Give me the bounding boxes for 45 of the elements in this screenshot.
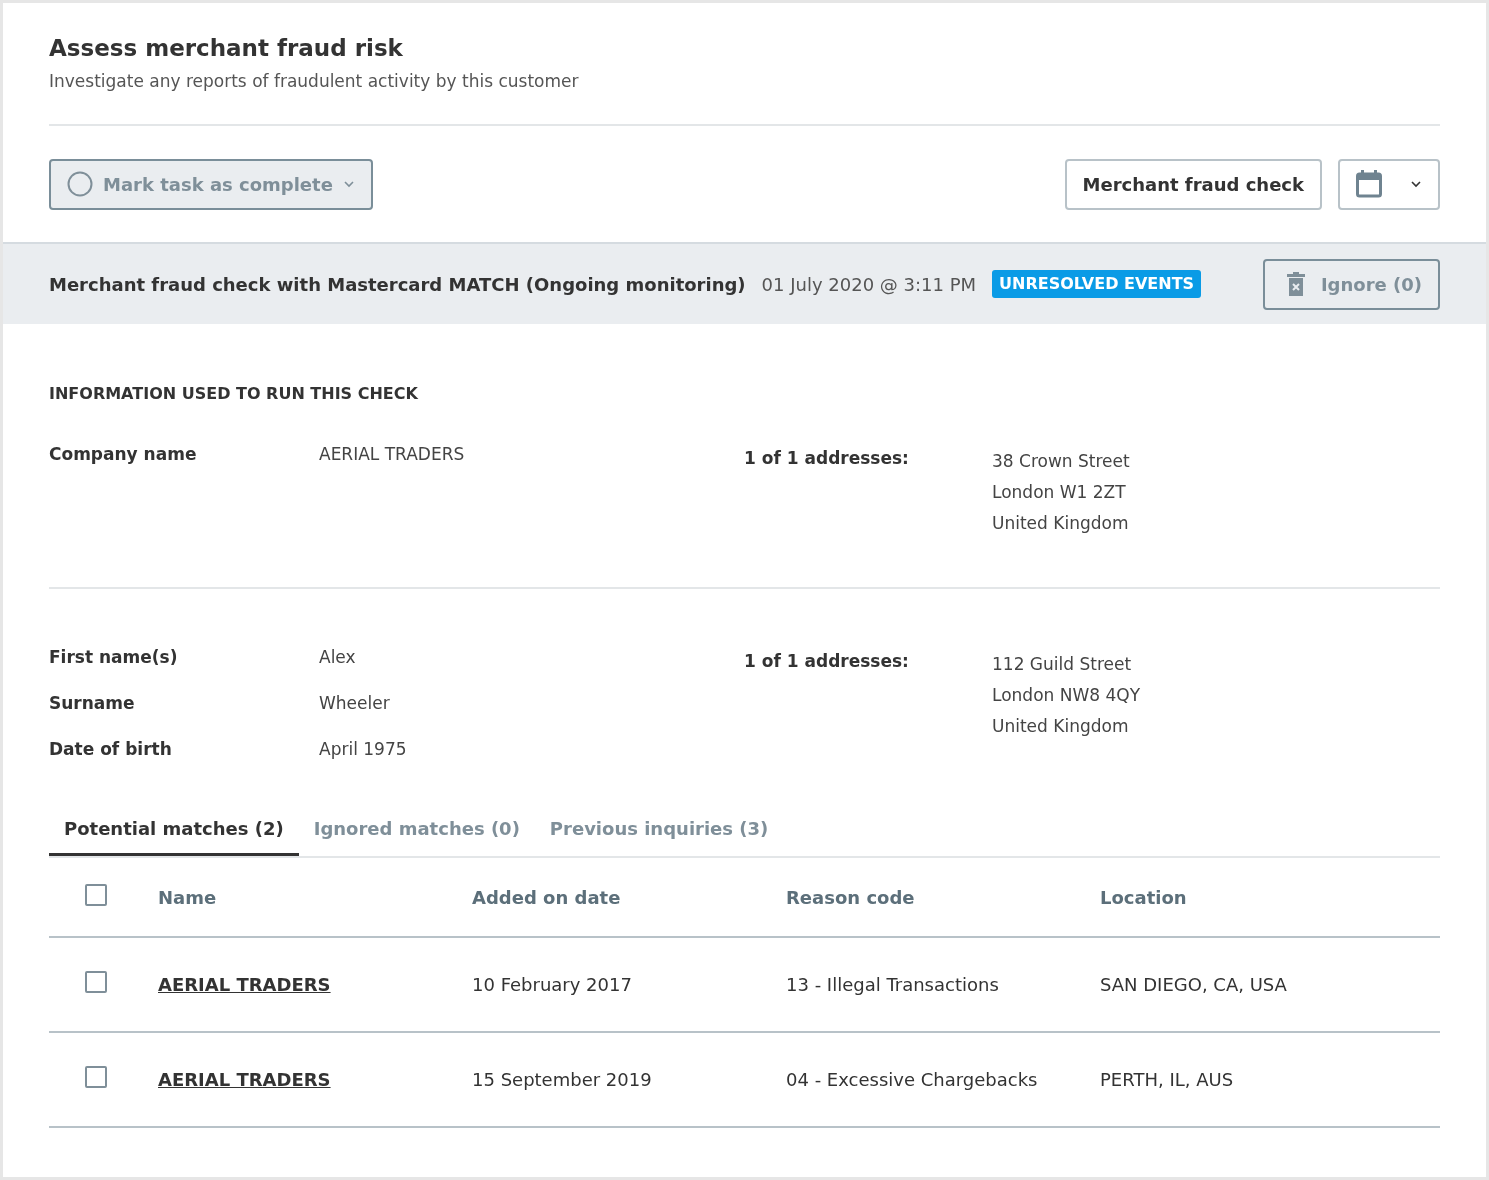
- merchant-name-link[interactable]: AERIAL TRADERS: [158, 974, 331, 996]
- chevron-down-icon: [1410, 180, 1422, 189]
- check-title: Merchant fraud check with Mastercard MATCH (Ongoing monitoring): [49, 272, 746, 297]
- check-date: 01 July 2020 @ 3:11 PM: [761, 272, 977, 297]
- address-line: London W1 2ZT: [992, 481, 1127, 505]
- section-heading: INFORMATION USED TO RUN THIS CHECK: [49, 383, 419, 406]
- column-header: Location: [1100, 885, 1187, 910]
- address-line: United Kingdom: [992, 512, 1130, 536]
- tab[interactable]: Potential matches (2): [49, 805, 299, 857]
- calendar-icon: [1356, 170, 1382, 199]
- address-line: 38 Crown Street: [992, 450, 1130, 474]
- merchant-name-link[interactable]: AERIAL TRADERS: [158, 1069, 331, 1091]
- page-title: Assess merchant fraud risk: [49, 34, 404, 63]
- address-line: London NW8 4QY: [992, 684, 1141, 708]
- column-header: Added on date: [472, 885, 622, 910]
- circle-icon: [67, 171, 93, 198]
- page-subtitle: Investigate any reports of fraudulent activity by this customer: [49, 69, 580, 93]
- checkbox[interactable]: [85, 1066, 107, 1089]
- checkbox[interactable]: [85, 971, 107, 994]
- field-value: Alex: [319, 646, 357, 670]
- table-cell-text: SAN DIEGO, CA, USA: [1100, 973, 1287, 998]
- table-cell-text: 10 February 2017: [472, 973, 633, 998]
- status-badge: UNRESOLVED EVENTS: [992, 270, 1202, 299]
- trash-icon: [1286, 272, 1305, 297]
- address-label: 1 of 1 addresses:: [744, 650, 910, 674]
- column-header: Reason code: [786, 885, 916, 910]
- field-value: Wheeler: [319, 692, 391, 716]
- column-header: Name: [158, 885, 218, 910]
- address-label: 1 of 1 addresses:: [744, 447, 910, 471]
- address-line: United Kingdom: [992, 715, 1130, 739]
- chevron-down-icon: [342, 180, 355, 189]
- field-label: Date of birth: [49, 738, 173, 762]
- table-cell-text: PERTH, IL, AUS: [1100, 1068, 1234, 1093]
- merchant-fraud-check-button[interactable]: Merchant fraud check: [1064, 158, 1322, 210]
- field-value: AERIAL TRADERS: [319, 443, 466, 467]
- table-cell-text: 15 September 2019: [472, 1068, 653, 1093]
- field-label: First name(s): [49, 646, 179, 670]
- table-cell-text: 13 - Illegal Transactions: [786, 973, 1000, 998]
- calendar-dropdown-button[interactable]: [1338, 158, 1440, 210]
- field-label: Surname: [49, 692, 136, 716]
- address-line: 112 Guild Street: [992, 653, 1133, 677]
- table-cell-text: 04 - Excessive Chargebacks: [786, 1068, 1039, 1093]
- field-value: April 1975: [319, 738, 408, 762]
- field-label: Company name: [49, 443, 198, 467]
- checkbox[interactable]: [85, 883, 107, 906]
